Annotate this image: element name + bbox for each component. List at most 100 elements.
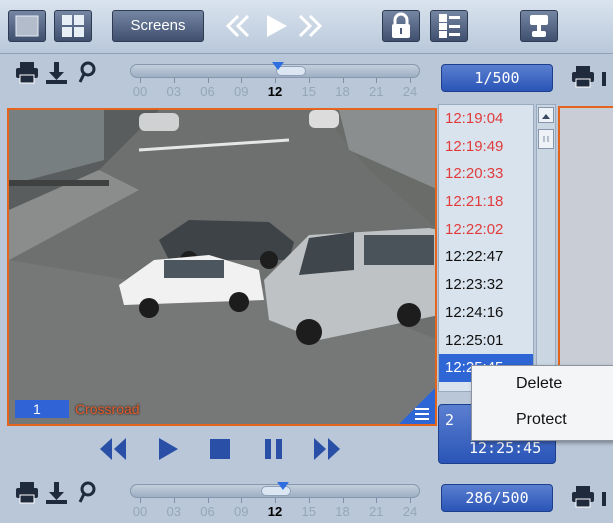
lock-icon [392, 12, 410, 38]
network-icon [530, 15, 548, 37]
stop-icon[interactable] [208, 436, 232, 462]
camera-label: 1 Crossroad [15, 400, 140, 418]
list-settings-button[interactable] [430, 10, 468, 42]
timeline-tick-label: 21 [369, 504, 384, 519]
print-icon[interactable] [572, 484, 613, 510]
rewind-icon[interactable] [225, 14, 250, 38]
single-layout-button[interactable] [8, 10, 46, 42]
timeline-tick-label: 03 [166, 84, 181, 99]
grid-layout-button[interactable] [54, 10, 92, 42]
timeline-track[interactable] [130, 482, 420, 498]
download-icon[interactable] [46, 62, 67, 84]
context-menu: Delete Protect [471, 365, 613, 441]
time-list-item[interactable]: 12:20:33 [439, 160, 533, 188]
scroll-thumb[interactable] [538, 129, 554, 149]
bottom-timeline: 00 03 06 09 12 15 18 21 24 [0, 476, 430, 523]
current-time: 12:25:45 [469, 439, 542, 457]
download-icon[interactable] [46, 482, 67, 504]
timeline-tick-label: 00 [132, 504, 148, 519]
time-list-item[interactable]: 12:21:18 [439, 188, 533, 216]
top-toolbar: Screens [0, 0, 613, 54]
timeline-tick-mark [241, 78, 243, 83]
print-icon[interactable] [572, 64, 613, 90]
time-list-item[interactable]: 12:22:47 [439, 243, 533, 271]
timeline-tick-mark [410, 78, 411, 83]
timeline-tick-label: 21 [369, 84, 384, 99]
play-icon[interactable] [156, 436, 180, 462]
menu-icon[interactable] [399, 388, 435, 424]
screens-button[interactable]: Screens [112, 10, 204, 42]
timeline-tick-mark [342, 78, 344, 83]
print-icon[interactable] [16, 482, 38, 504]
time-list-item[interactable]: 12:25:01 [439, 327, 533, 355]
timeline-ticks: 00 03 06 09 12 15 18 21 24 [130, 498, 420, 522]
timeline-tick-mark [140, 78, 141, 83]
menu-item-delete[interactable]: Delete [472, 366, 613, 402]
timeline-tick-label: 03 [166, 504, 181, 519]
time-list: 12:19:04 12:19:49 12:20:33 12:21:18 12:22:02… [438, 104, 534, 392]
time-list-item[interactable]: 12:24:16 [439, 299, 533, 327]
playback-controls [90, 432, 350, 472]
timeline-tick-mark [207, 78, 209, 83]
camera-number: 1 [15, 400, 69, 418]
timeline-tick-label: 18 [335, 504, 350, 519]
timeline-tick-label: 24 [402, 84, 418, 99]
timeline-track[interactable] [130, 62, 420, 78]
timeline-tick-mark [275, 498, 276, 503]
timeline-marker [277, 482, 289, 490]
single-layout-icon [15, 15, 39, 37]
timeline-tick-label: 00 [132, 84, 148, 99]
timeline-tick-mark [308, 498, 310, 503]
current-time-index: 2 [445, 411, 455, 429]
timeline-tick-label: 09 [234, 84, 249, 99]
top-timeline: 00 03 06 09 12 15 18 21 24 [0, 56, 430, 104]
timeline-tick-label: 18 [335, 84, 350, 99]
timeline-tick-mark [140, 498, 141, 503]
bottom-counter: 286/500 [441, 484, 553, 512]
zoom-icon[interactable] [78, 61, 96, 83]
camera-view[interactable]: 1 Crossroad [7, 108, 437, 426]
fast-forward-icon[interactable] [312, 436, 342, 462]
fast-forward-icon[interactable] [298, 14, 323, 38]
zoom-icon[interactable] [78, 481, 96, 503]
timeline-tick-mark [342, 498, 344, 503]
network-button[interactable] [520, 10, 558, 42]
top-counter: 1/500 [441, 64, 553, 92]
timeline-tick-mark [207, 498, 209, 503]
print-icon[interactable] [16, 62, 38, 84]
timeline-tick-label: 09 [234, 504, 249, 519]
time-list-scrollbar[interactable] [536, 104, 556, 404]
timeline-tick-label: 15 [301, 504, 316, 519]
timeline-tick-label: 06 [200, 504, 215, 519]
timeline-tick-label: 12 [267, 504, 283, 519]
timeline-tick-label: 15 [301, 84, 316, 99]
camera-name: Crossroad [75, 401, 140, 417]
playback-nav [222, 10, 328, 42]
timeline-tick-mark [173, 498, 175, 503]
camera-frame-image [9, 110, 435, 424]
timeline-tick-mark [410, 498, 411, 503]
timeline-ticks: 00 03 06 09 12 15 18 21 24 [130, 78, 420, 102]
timeline-tick-mark [376, 498, 378, 503]
lock-button[interactable] [382, 10, 420, 42]
grid-layout-icon [62, 15, 84, 37]
timeline-tick-mark [376, 78, 378, 83]
rewind-icon[interactable] [98, 436, 128, 462]
timeline-tick-mark [241, 498, 243, 503]
pause-icon[interactable] [262, 436, 286, 462]
time-list-item[interactable]: 12:19:04 [439, 105, 533, 133]
timeline-tick-mark [308, 78, 310, 83]
list-settings-icon [439, 14, 460, 38]
timeline-tick-label: 24 [402, 504, 418, 519]
menu-item-protect[interactable]: Protect [472, 402, 613, 438]
time-list-item[interactable]: 12:23:32 [439, 271, 533, 299]
scroll-up-button[interactable] [538, 107, 554, 123]
play-icon[interactable] [267, 15, 287, 37]
timeline-tick-mark [173, 78, 175, 83]
timeline-tick-label: 12 [267, 84, 283, 99]
timeline-marker [272, 62, 284, 70]
timeline-tick-label: 06 [200, 84, 215, 99]
time-list-item[interactable]: 12:22:02 [439, 216, 533, 244]
timeline-tick-mark [275, 78, 276, 83]
time-list-item[interactable]: 12:19:49 [439, 133, 533, 161]
